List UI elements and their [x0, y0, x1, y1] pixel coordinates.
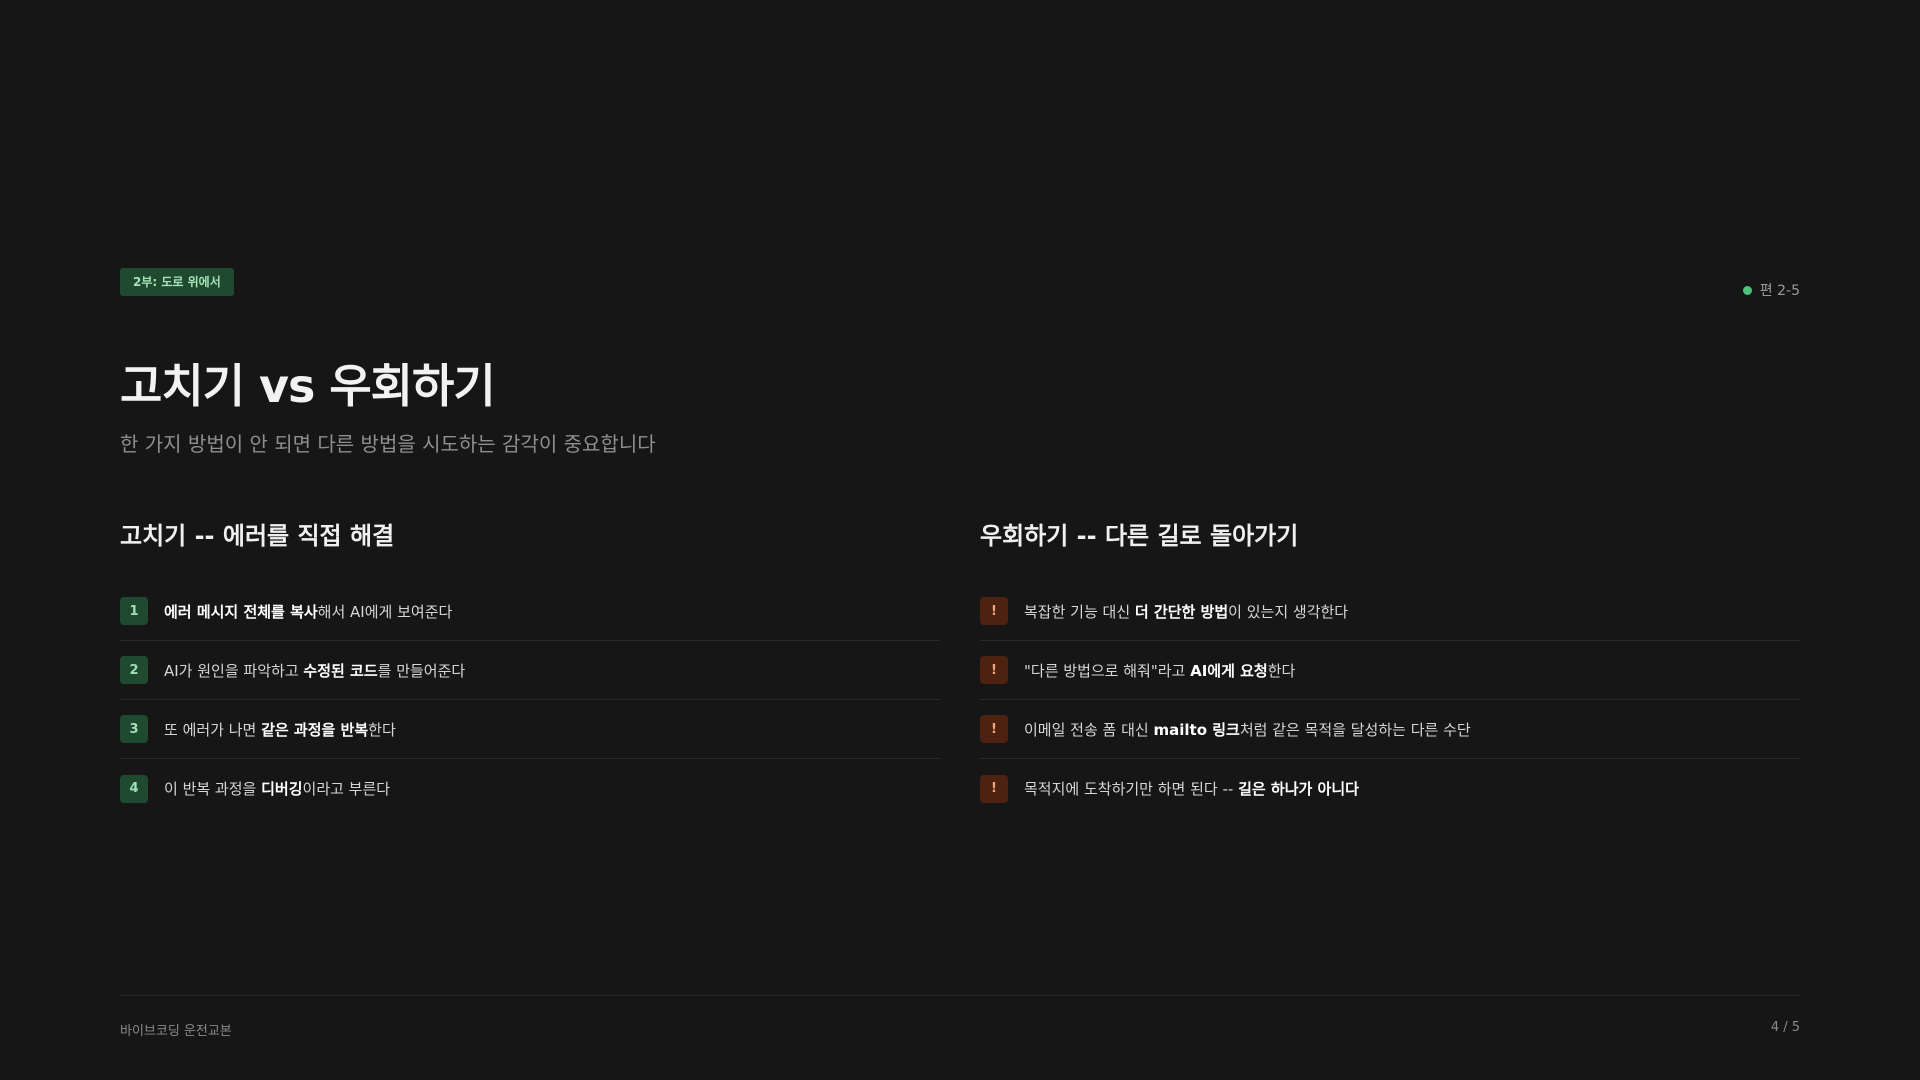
emphasis-text: 에러 메시지 전체를 복사	[164, 602, 318, 621]
list-item: ! 이메일 전송 폼 대신 mailto 링크처럼 같은 목적을 달성하는 다른 …	[980, 700, 1800, 759]
list-item: ! 복잡한 기능 대신 더 간단한 방법이 있는지 생각한다	[980, 582, 1800, 641]
exclamation-icon: !	[980, 597, 1008, 625]
emphasis-text: AI에게 요청	[1190, 661, 1268, 680]
emphasis-text: 수정된 코드	[303, 661, 378, 680]
list-item: 1 에러 메시지 전체를 복사해서 AI에게 보여준다	[120, 582, 940, 641]
list-item: ! 목적지에 도착하기만 하면 된다 -- 길은 하나가 아니다	[980, 759, 1800, 818]
fix-column: 고치기 -- 에러를 직접 해결 1 에러 메시지 전체를 복사해서 AI에게 보…	[120, 520, 940, 818]
list-item: ! "다른 방법으로 해줘"라고 AI에게 요청한다	[980, 641, 1800, 700]
list-item-text: 복잡한 기능 대신 더 간단한 방법이 있는지 생각한다	[1024, 601, 1348, 622]
plain-text: 이 있는지 생각한다	[1228, 602, 1349, 621]
part-badge: 2부: 도로 위에서	[120, 268, 234, 296]
detour-column: 우회하기 -- 다른 길로 돌아가기 ! 복잡한 기능 대신 더 간단한 방법이 …	[980, 520, 1800, 818]
step-number-badge: 2	[120, 656, 148, 684]
exclamation-icon: !	[980, 656, 1008, 684]
page-title: 고치기 vs 우회하기	[120, 359, 496, 413]
list-item-text: 에러 메시지 전체를 복사해서 AI에게 보여준다	[164, 601, 452, 622]
plain-text: 이라고 부른다	[302, 780, 391, 798]
footer-title: 바이브코딩 운전교본	[120, 1024, 232, 1039]
list-item-text: 이메일 전송 폼 대신 mailto 링크처럼 같은 목적을 달성하는 다른 수…	[1024, 719, 1471, 740]
step-number-badge: 3	[120, 715, 148, 743]
status-dot-icon	[1742, 285, 1752, 295]
footer-divider	[120, 995, 1800, 996]
list-item: 3 또 에러가 나면 같은 과정을 반복한다	[120, 700, 940, 759]
page-counter: 4 / 5	[1770, 1020, 1800, 1035]
list-item-text: 이 반복 과정을 디버깅이라고 부른다	[164, 778, 390, 799]
plain-text: 이 반복 과정을	[164, 780, 262, 798]
step-number-badge: 1	[120, 597, 148, 625]
list-item: 4 이 반복 과정을 디버깅이라고 부른다	[120, 759, 940, 818]
emphasis-text: 더 간단한 방법	[1134, 602, 1229, 621]
exclamation-icon: !	[980, 715, 1008, 743]
list-item-text: 목적지에 도착하기만 하면 된다 -- 길은 하나가 아니다	[1024, 778, 1359, 799]
section-indicator: 편 2-5	[1742, 280, 1800, 300]
plain-text: 처럼 같은 목적을 달성하는 다른 수단	[1239, 720, 1471, 739]
section-indicator-label: 편 2-5	[1759, 283, 1800, 299]
emphasis-text: 디버깅	[261, 780, 303, 798]
list-item-text: AI가 원인을 파악하고 수정된 코드를 만들어준다	[164, 660, 465, 681]
detour-list: ! 복잡한 기능 대신 더 간단한 방법이 있는지 생각한다! "다른 방법으로 해…	[980, 582, 1800, 818]
plain-text: 목적지에 도착하기만 하면 된다 --	[1024, 780, 1239, 798]
plain-text: 해서 AI에게 보여준다	[317, 602, 453, 621]
plain-text: 를 만들어준다	[377, 661, 466, 680]
plain-text: 또 에러가 나면	[164, 720, 262, 739]
emphasis-text: mailto 링크	[1153, 720, 1240, 739]
page-subtitle: 한 가지 방법이 안 되면 다른 방법을 시도하는 감각이 중요합니다	[120, 432, 656, 456]
detour-column-heading: 우회하기 -- 다른 길로 돌아가기	[980, 522, 1299, 550]
list-item-text: 또 에러가 나면 같은 과정을 반복한다	[164, 719, 396, 740]
list-item-text: "다른 방법으로 해줘"라고 AI에게 요청한다	[1024, 660, 1295, 681]
slide: 2부: 도로 위에서 편 2-5 고치기 vs 우회하기 한 가지 방법이 안 …	[0, 0, 1920, 1080]
plain-text: 복잡한 기능 대신	[1024, 602, 1135, 621]
plain-text: 한다	[1267, 661, 1296, 680]
plain-text: 이메일 전송 폼 대신	[1024, 720, 1154, 739]
fix-list: 1 에러 메시지 전체를 복사해서 AI에게 보여준다 2 AI가 원인을 파악하고 …	[120, 582, 940, 818]
fix-column-heading: 고치기 -- 에러를 직접 해결	[120, 522, 395, 550]
list-item: 2 AI가 원인을 파악하고 수정된 코드를 만들어준다	[120, 641, 940, 700]
plain-text: "다른 방법으로 해줘"라고	[1024, 661, 1191, 680]
plain-text: 한다	[368, 720, 396, 739]
exclamation-icon: !	[980, 774, 1008, 803]
emphasis-text: 길은 하나가 아니다	[1238, 780, 1359, 798]
plain-text: AI가 원인을 파악하고	[164, 661, 304, 680]
emphasis-text: 같은 과정을 반복	[261, 720, 369, 739]
step-number-badge: 4	[120, 774, 148, 803]
